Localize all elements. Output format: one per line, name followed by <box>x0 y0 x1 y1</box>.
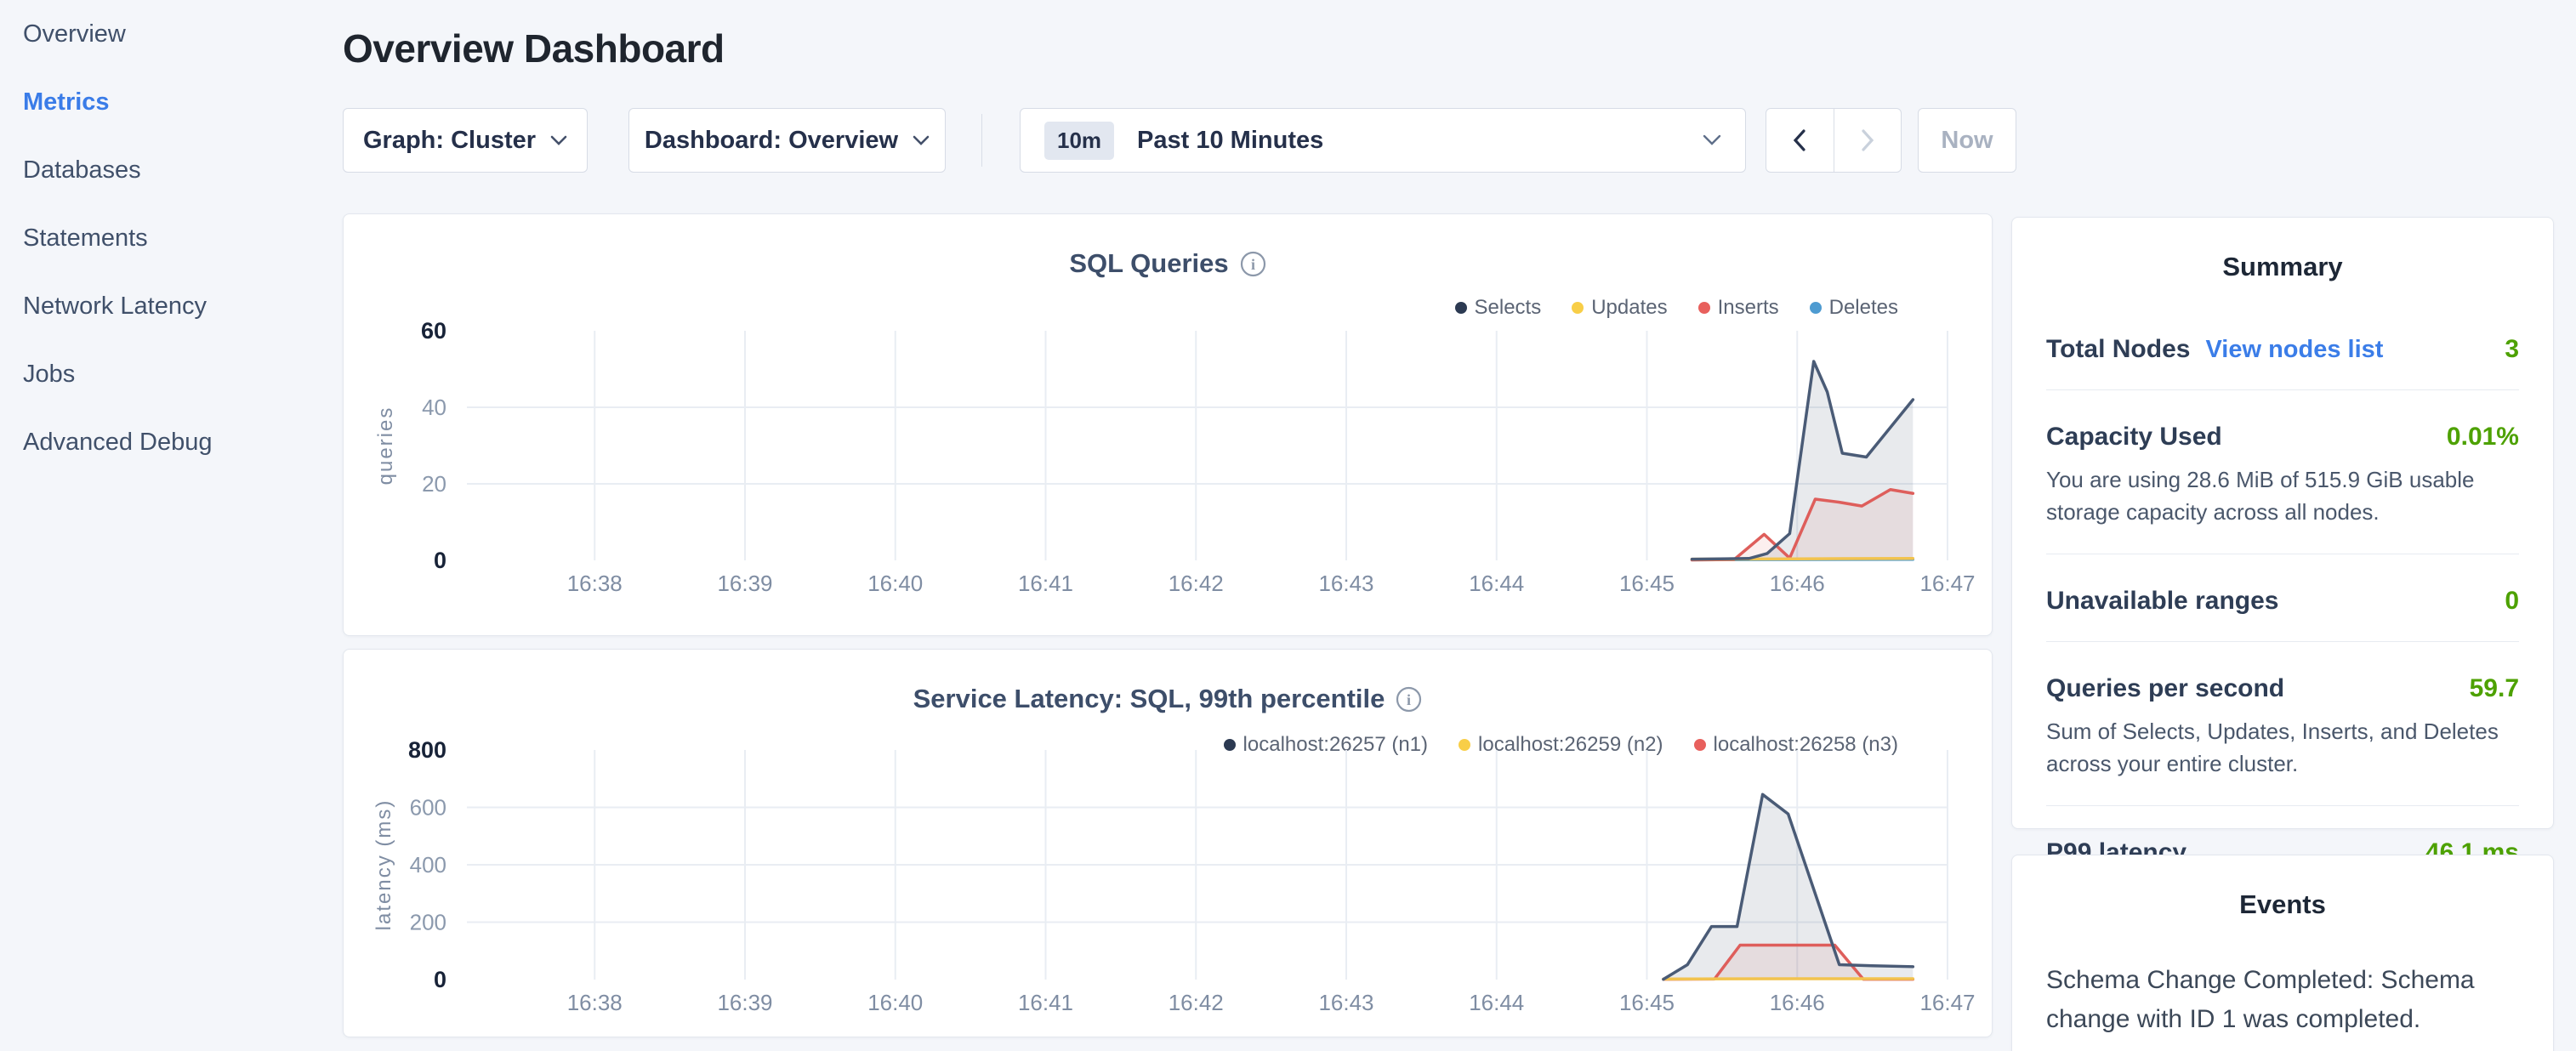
svg-text:16:47: 16:47 <box>1919 571 1975 596</box>
svg-text:400: 400 <box>410 852 446 878</box>
graph-type-dropdown-label: Graph: Cluster <box>363 127 536 155</box>
svg-text:600: 600 <box>410 795 446 821</box>
svg-text:16:44: 16:44 <box>1469 990 1524 1015</box>
controls-divider <box>981 114 982 167</box>
sidebar-item-databases[interactable]: Databases <box>0 136 340 204</box>
summary-row-capacity-used: Capacity Used 0.01% You are using 28.6 MiB… <box>2046 390 2519 554</box>
sidebar-item-overview[interactable]: Overview <box>0 0 340 68</box>
svg-text:16:44: 16:44 <box>1469 571 1524 596</box>
summary-description: Sum of Selects, Updates, Inserts, and De… <box>2046 715 2519 780</box>
svg-text:16:42: 16:42 <box>1169 990 1224 1015</box>
summary-label: Unavailable ranges <box>2046 587 2278 616</box>
events-title: Events <box>2046 889 2519 920</box>
summary-title: Summary <box>2046 252 2519 282</box>
chevron-right-icon <box>1860 128 1875 152</box>
summary-value: 0.01% <box>2447 423 2519 452</box>
service-latency-plot: 16:38 16:39 16:40 16:41 16:42 16:43 16:44 16:45… <box>344 650 1993 1037</box>
summary-label: Queries per second <box>2046 674 2284 703</box>
dashboard-dropdown[interactable]: Dashboard: Overview <box>628 108 946 173</box>
svg-text:60: 60 <box>421 318 446 344</box>
summary-row-queries-per-second: Queries per second 59.7 Sum of Selects, Up… <box>2046 642 2519 806</box>
svg-text:200: 200 <box>410 910 446 935</box>
svg-text:latency (ms): latency (ms) <box>372 799 395 931</box>
svg-text:16:40: 16:40 <box>867 990 923 1015</box>
svg-text:16:39: 16:39 <box>717 571 772 596</box>
event-message: Schema Change Completed: Schema change w… <box>2046 961 2510 1039</box>
summary-rows: Total Nodes View nodes list 3 Capacity Used… <box>2046 303 2519 893</box>
svg-text:16:38: 16:38 <box>567 571 623 596</box>
chevron-down-icon <box>550 135 567 146</box>
view-nodes-list-link[interactable]: View nodes list <box>2205 336 2383 364</box>
svg-text:0: 0 <box>434 548 446 573</box>
svg-text:800: 800 <box>408 737 446 763</box>
service-latency-chart-card: Service Latency: SQL, 99th percentile i … <box>343 649 1993 1037</box>
time-range-picker[interactable]: 10m Past 10 Minutes <box>1020 108 1746 173</box>
summary-description: You are using 28.6 MiB of 515.9 GiB usab… <box>2046 463 2519 528</box>
svg-text:16:43: 16:43 <box>1318 990 1373 1015</box>
sidebar-item-advanced-debug[interactable]: Advanced Debug <box>0 408 340 476</box>
graph-type-dropdown[interactable]: Graph: Cluster <box>343 108 588 173</box>
svg-text:0: 0 <box>434 967 446 992</box>
summary-panel: Summary Total Nodes View nodes list 3 Capac… <box>2011 217 2554 829</box>
svg-text:16:45: 16:45 <box>1619 990 1675 1015</box>
summary-row-unavailable-ranges: Unavailable ranges 0 <box>2046 554 2519 642</box>
chevron-left-icon <box>1792 128 1807 152</box>
summary-value: 59.7 <box>2470 674 2519 703</box>
summary-label: Total Nodes <box>2046 335 2190 364</box>
svg-text:16:43: 16:43 <box>1318 571 1373 596</box>
sql-queries-chart-card: SQL Queries i SelectsUpdatesInsertsDelet… <box>343 213 1993 636</box>
sidebar-item-metrics[interactable]: Metrics <box>0 68 340 136</box>
chevron-down-icon <box>913 135 930 146</box>
sidebar-item-network-latency[interactable]: Network Latency <box>0 272 340 340</box>
time-range-badge: 10m <box>1044 122 1114 160</box>
svg-text:16:47: 16:47 <box>1919 990 1975 1015</box>
svg-text:16:46: 16:46 <box>1770 571 1825 596</box>
controls-bar: Graph: Cluster Dashboard: Overview 10m P… <box>343 108 2016 173</box>
svg-text:16:39: 16:39 <box>717 990 772 1015</box>
events-list: Schema Change Completed: Schema change w… <box>2046 961 2519 1051</box>
summary-value: 3 <box>2505 335 2519 364</box>
time-nav-buttons <box>1766 108 1902 173</box>
svg-text:20: 20 <box>422 471 446 497</box>
summary-label: Capacity Used <box>2046 423 2222 452</box>
svg-text:16:38: 16:38 <box>567 990 623 1015</box>
sidebar-item-statements[interactable]: Statements <box>0 204 340 272</box>
sidebar-item-jobs[interactable]: Jobs <box>0 340 340 408</box>
next-time-button[interactable] <box>1834 109 1902 172</box>
summary-value: 0 <box>2505 587 2519 616</box>
svg-text:16:41: 16:41 <box>1018 990 1073 1015</box>
sidebar: OverviewMetricsDatabasesStatementsNetwor… <box>0 0 340 1051</box>
chevron-down-icon <box>1703 134 1721 146</box>
svg-text:16:45: 16:45 <box>1619 571 1675 596</box>
summary-row-total-nodes: Total Nodes View nodes list 3 <box>2046 303 2519 390</box>
svg-text:16:46: 16:46 <box>1770 990 1825 1015</box>
prev-time-button[interactable] <box>1766 109 1834 172</box>
dashboard-dropdown-label: Dashboard: Overview <box>645 127 898 155</box>
sql-queries-plot: 16:38 16:39 16:40 16:41 16:42 16:43 16:44 16:45… <box>344 214 1993 635</box>
now-button[interactable]: Now <box>1918 108 2016 173</box>
events-panel: Events Schema Change Completed: Schema c… <box>2011 855 2554 1051</box>
svg-text:16:41: 16:41 <box>1018 571 1073 596</box>
svg-text:16:42: 16:42 <box>1169 571 1224 596</box>
time-range-label: Past 10 Minutes <box>1137 127 1703 155</box>
page-title: Overview Dashboard <box>343 26 725 71</box>
svg-text:16:40: 16:40 <box>867 571 923 596</box>
svg-text:40: 40 <box>422 395 446 420</box>
svg-text:queries: queries <box>374 406 397 486</box>
